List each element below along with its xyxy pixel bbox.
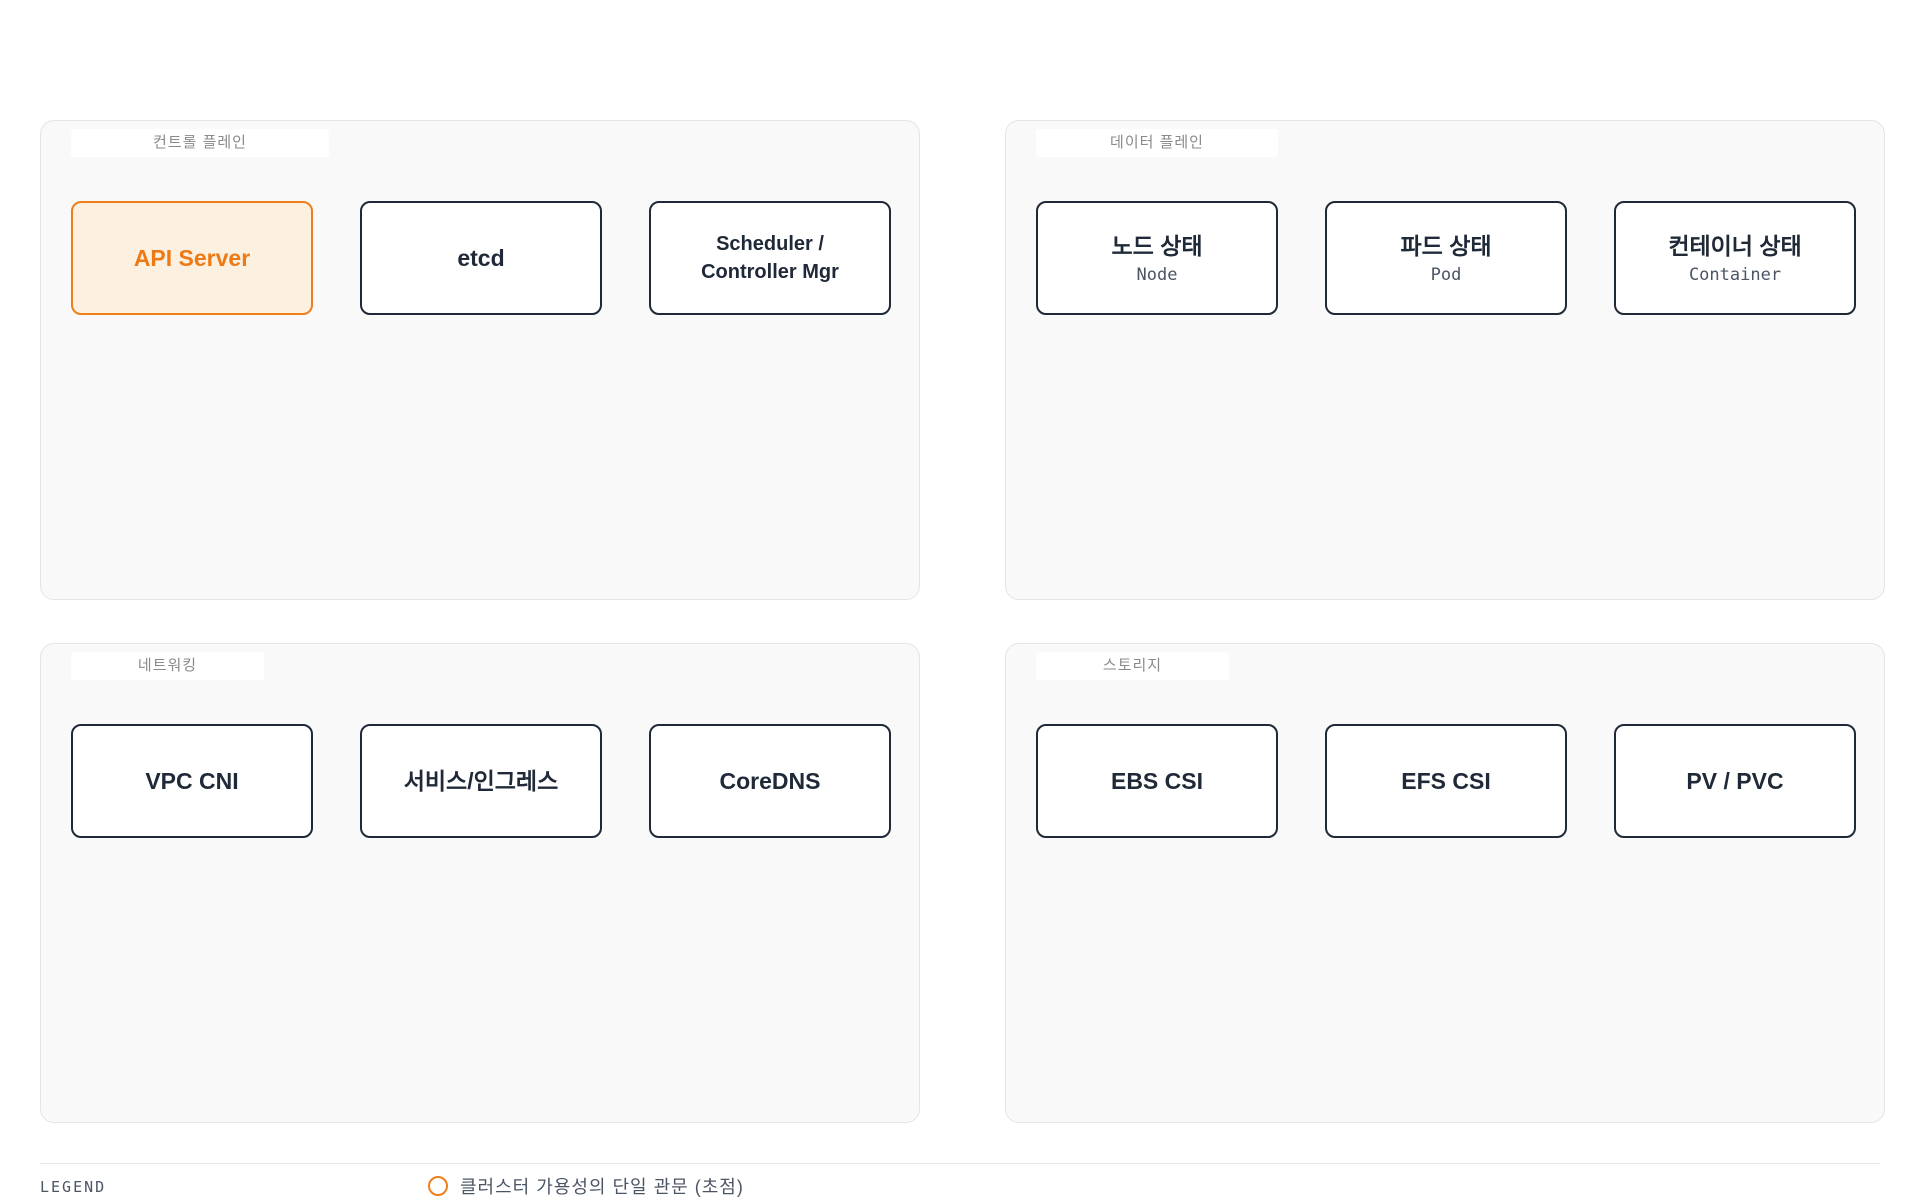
node-title: 서비스/인그레스 [403,767,559,794]
node-container-status[interactable]: 컨테이너 상태 Container [1614,201,1856,315]
node-subtitle: Container [1688,264,1782,285]
panel-storage: 스토리지 EBS CSI EFS CSI PV / PVC [1005,643,1885,1123]
node-service-ingress[interactable]: 서비스/인그레스 [360,724,602,838]
node-title: API Server [133,244,251,271]
node-subtitle: Pod [1430,264,1462,285]
node-title: 컨테이너 상태 [1668,232,1802,259]
node-node-status[interactable]: 노드 상태 Node [1036,201,1278,315]
node-coredns[interactable]: CoreDNS [649,724,891,838]
focus-ring-icon [428,1176,448,1196]
node-title: EBS CSI [1110,767,1204,794]
node-title: 노드 상태 [1111,232,1203,259]
node-title: VPC CNI [145,767,239,794]
panel-label: 네트워킹 [71,652,264,680]
node-title: CoreDNS [719,767,821,794]
node-etcd[interactable]: etcd [360,201,602,315]
node-title: PV / PVC [1686,767,1784,794]
panel-label: 컨트롤 플레인 [71,129,329,157]
node-title: EFS CSI [1401,767,1491,794]
node-scheduler-controller[interactable]: Scheduler / Controller Mgr [649,201,891,315]
node-pod-status[interactable]: 파드 상태 Pod [1325,201,1567,315]
node-pv-pvc[interactable]: PV / PVC [1614,724,1856,838]
panel-label: 데이터 플레인 [1036,129,1278,157]
legend-title: LEGEND [40,1178,107,1196]
panel-control-plane: 컨트롤 플레인 API Server etcd Scheduler / Cont… [40,120,920,600]
node-ebs-csi[interactable]: EBS CSI [1036,724,1278,838]
node-title: 파드 상태 [1400,232,1492,259]
panel-data-plane: 데이터 플레인 노드 상태 Node 파드 상태 Pod 컨테이너 상태 Con… [1005,120,1885,600]
node-efs-csi[interactable]: EFS CSI [1325,724,1567,838]
panel-networking: 네트워킹 VPC CNI 서비스/인그레스 CoreDNS [40,643,920,1123]
panel-label: 스토리지 [1036,652,1229,680]
node-title: Scheduler / Controller Mgr [701,233,839,283]
legend-item-label: 클러스터 가용성의 단일 관문 (초점) [460,1177,744,1197]
node-title: etcd [457,244,505,271]
node-subtitle: Node [1136,264,1178,285]
legend-divider [40,1163,1880,1164]
node-api-server[interactable]: API Server [71,201,313,315]
node-vpc-cni[interactable]: VPC CNI [71,724,313,838]
legend-item-focus: 클러스터 가용성의 단일 관문 (초점) [428,1173,744,1199]
